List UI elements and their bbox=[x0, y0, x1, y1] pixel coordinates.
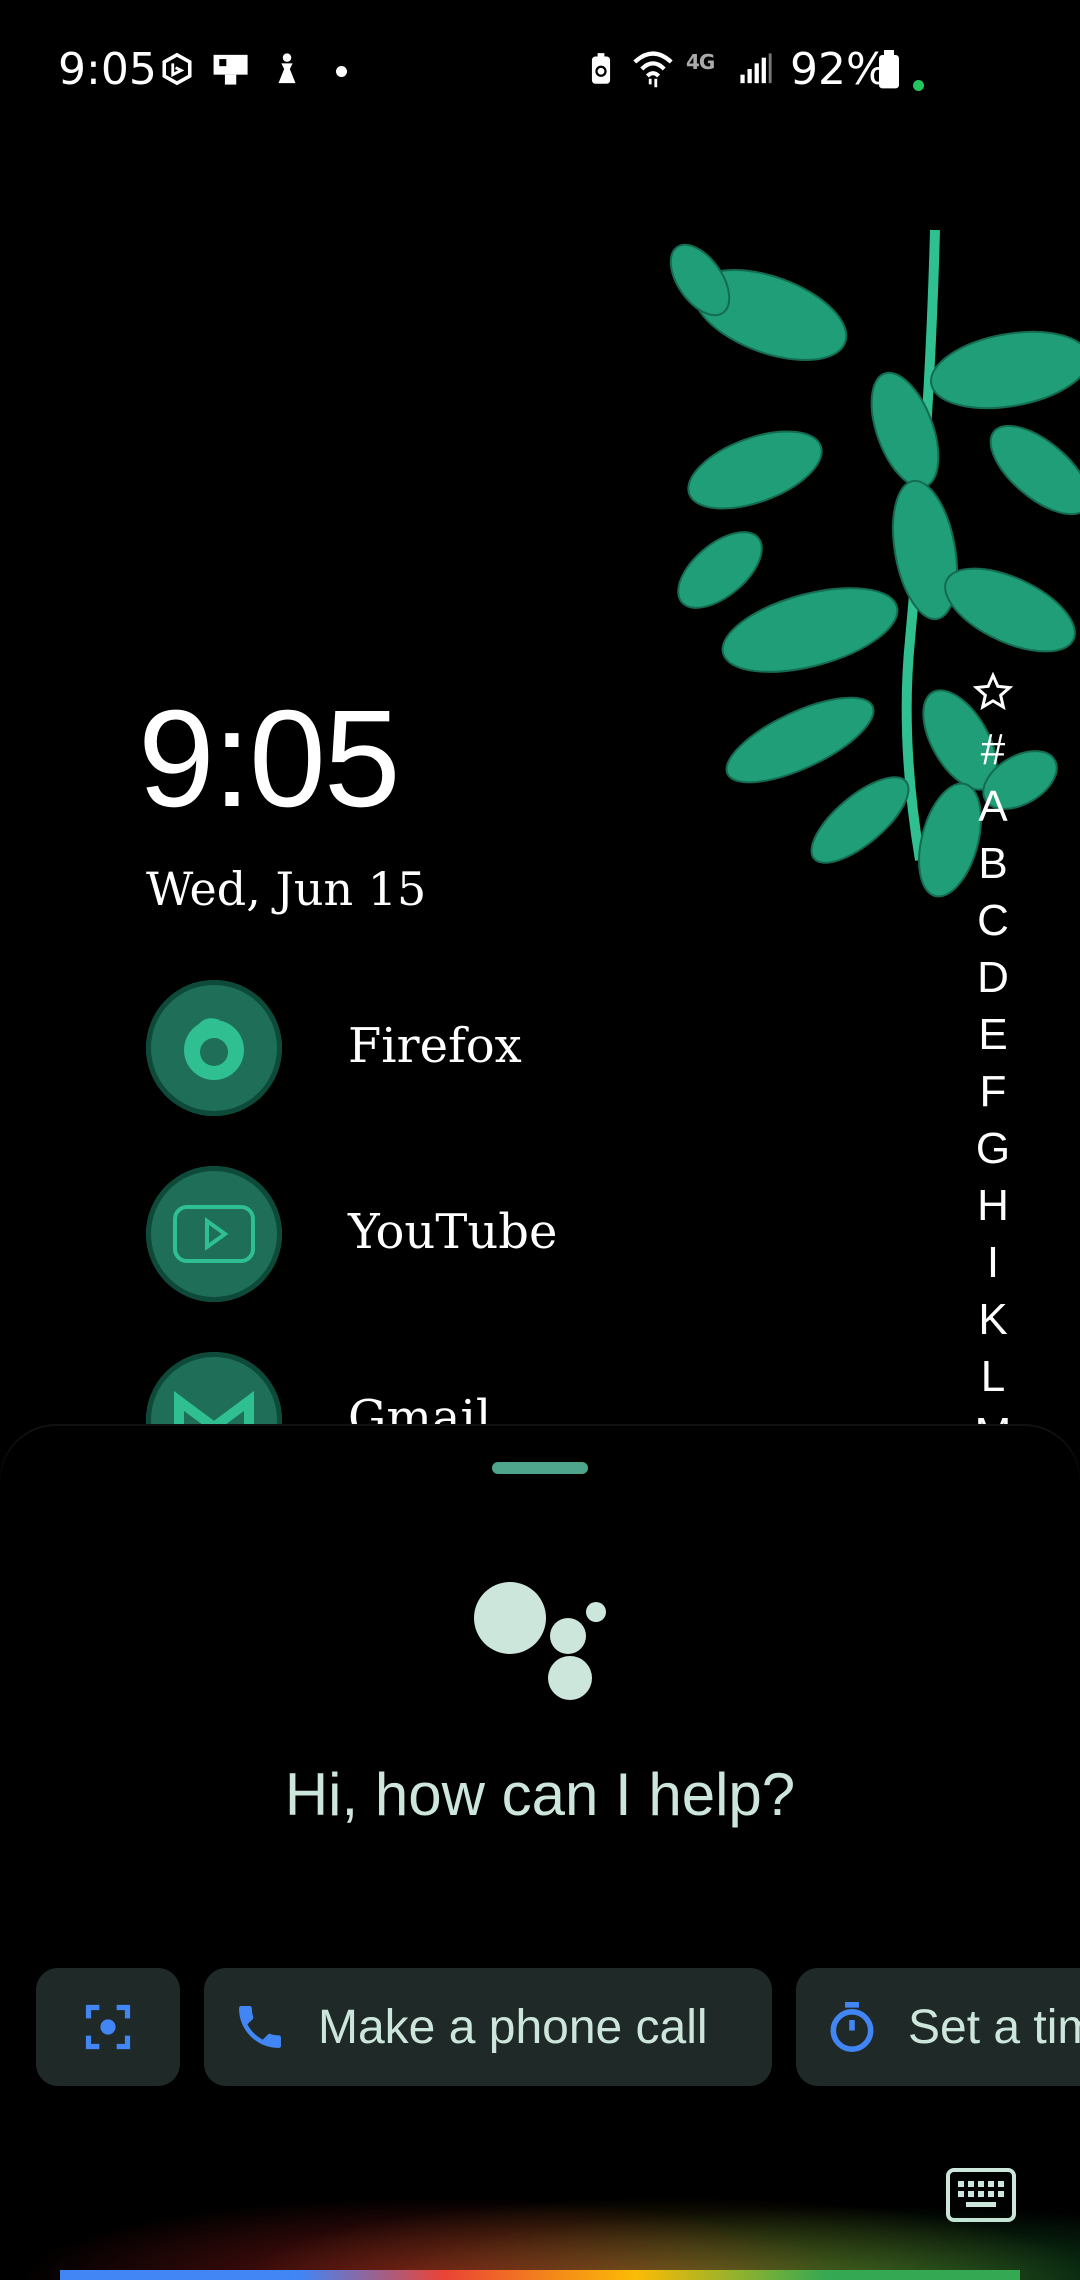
app-label-firefox: Firefox bbox=[348, 1018, 522, 1074]
index-letter[interactable]: D bbox=[968, 949, 1018, 1006]
network-type: 4G bbox=[686, 50, 715, 74]
assistant-logo-icon bbox=[474, 1582, 606, 1700]
privacy-indicator-dot bbox=[913, 80, 924, 91]
index-letter[interactable]: # bbox=[968, 721, 1018, 778]
youtube-icon bbox=[146, 1166, 282, 1302]
assistant-glow bbox=[0, 2150, 1080, 2280]
battery-icon bbox=[879, 50, 899, 89]
sheet-drag-handle[interactable] bbox=[492, 1462, 588, 1474]
firefox-icon bbox=[146, 980, 282, 1116]
app-label-youtube: YouTube bbox=[348, 1204, 558, 1260]
index-letter[interactable]: I bbox=[968, 1234, 1018, 1291]
index-letter[interactable]: H bbox=[968, 1177, 1018, 1234]
lens-icon bbox=[85, 2004, 131, 2050]
home-date[interactable]: Wed, Jun 15 bbox=[146, 862, 426, 916]
make-call-label: Make a phone call bbox=[318, 2000, 708, 2054]
index-letter[interactable]: G bbox=[968, 1120, 1018, 1177]
status-time: 9:05 bbox=[58, 44, 157, 95]
index-letter[interactable]: B bbox=[968, 835, 1018, 892]
bing-icon bbox=[162, 52, 192, 86]
battery-saver-icon bbox=[591, 53, 611, 84]
notification-dot-icon bbox=[336, 66, 347, 77]
gmail-icon bbox=[146, 1352, 282, 1426]
index-letter[interactable]: F bbox=[968, 1063, 1018, 1120]
assistant-prompt: Hi, how can I help? bbox=[284, 1761, 796, 1828]
set-timer-chip[interactable]: Set a timer bbox=[796, 1968, 1080, 2086]
status-bar: 9:05 4G 92% bbox=[0, 0, 1080, 140]
accessibility-icon bbox=[278, 53, 296, 84]
app-firefox[interactable]: Firefox bbox=[146, 980, 666, 1120]
index-letter[interactable]: E bbox=[968, 1006, 1018, 1063]
app-gmail[interactable]: Gmail bbox=[146, 1352, 666, 1426]
make-call-chip[interactable]: Make a phone call bbox=[204, 1968, 772, 2086]
wifi-icon bbox=[633, 51, 673, 88]
lens-chip[interactable] bbox=[36, 1968, 180, 2086]
battery-percent: 92% bbox=[790, 44, 888, 95]
tablet-usb-icon bbox=[213, 54, 248, 85]
favorites-star-icon[interactable] bbox=[968, 664, 1018, 721]
timer-icon bbox=[830, 2002, 874, 2052]
alphabet-index[interactable]: # A B C D E F G H I K L M bbox=[968, 664, 1018, 1462]
assistant-color-bar bbox=[60, 2270, 1020, 2280]
index-letter[interactable]: C bbox=[968, 892, 1018, 949]
home-clock[interactable]: 9:05 bbox=[138, 680, 401, 839]
signal-icon bbox=[740, 53, 772, 84]
set-timer-label: Set a timer bbox=[908, 2000, 1080, 2054]
app-youtube[interactable]: YouTube bbox=[146, 1166, 666, 1306]
index-letter[interactable]: A bbox=[968, 778, 1018, 835]
app-label-gmail: Gmail bbox=[348, 1390, 492, 1426]
index-letter[interactable]: K bbox=[968, 1291, 1018, 1348]
phone-icon bbox=[239, 2006, 281, 2048]
index-letter[interactable]: L bbox=[968, 1348, 1018, 1405]
